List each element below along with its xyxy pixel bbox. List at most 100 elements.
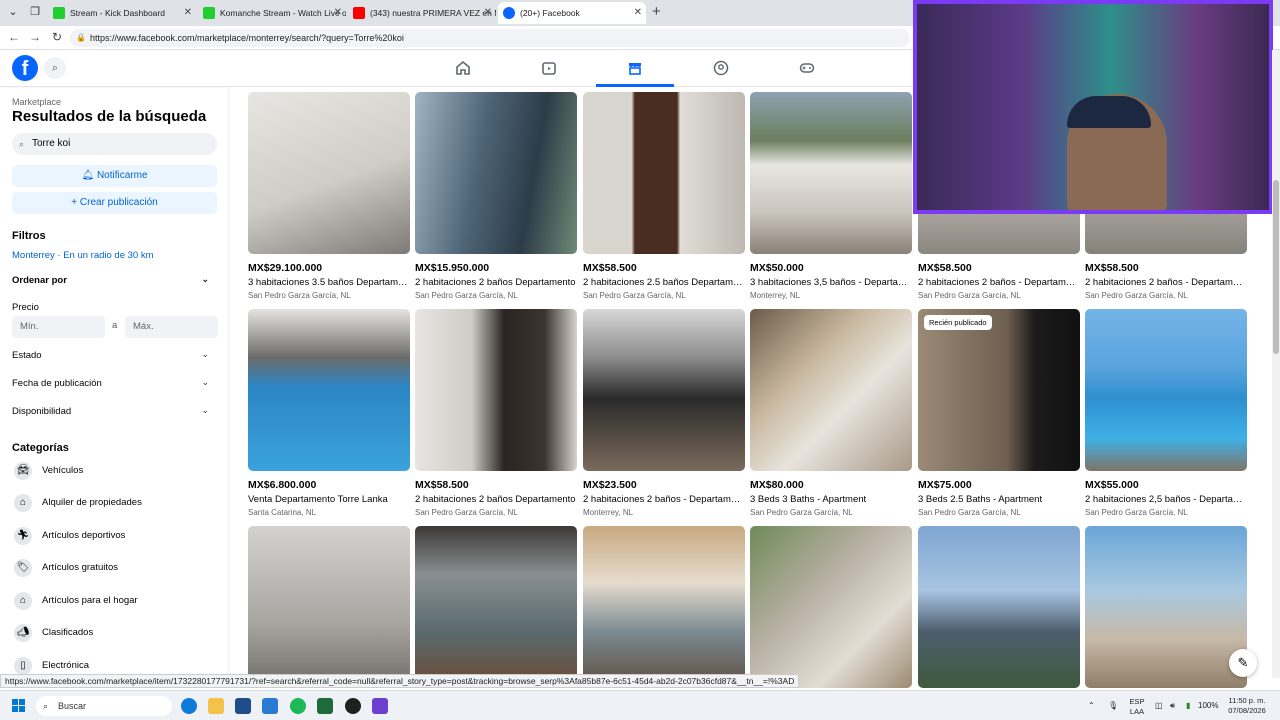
listing-card[interactable]: Recién publicado MX$75.000 3 Beds 2.5 Ba… (918, 309, 1080, 517)
listing-photo[interactable] (583, 526, 745, 688)
listing-card[interactable] (583, 526, 745, 688)
listing-photo[interactable] (750, 309, 912, 471)
listing-photo[interactable] (750, 92, 912, 254)
listing-photo[interactable] (1085, 309, 1247, 471)
browser-tab-kick-stream[interactable]: Komanche Stream - Watch Live on Kick ✕ (198, 2, 346, 24)
listing-card[interactable]: MX$80.000 3 Beds 3 Baths - Apartment San… (750, 309, 912, 517)
listing-location: San Pedro Garza García, NL (918, 508, 1021, 517)
webcam-overlay (913, 0, 1273, 214)
price-min-input[interactable]: Mín. (12, 316, 105, 338)
new-tab-icon[interactable]: + (652, 3, 661, 20)
close-tab-icon[interactable]: ✕ (484, 2, 492, 24)
edge-icon[interactable] (181, 698, 197, 714)
listing-photo[interactable] (583, 309, 745, 471)
app-icon[interactable] (372, 698, 388, 714)
create-label: Crear publicación (79, 197, 158, 208)
page-scrollbar[interactable] (1272, 50, 1280, 678)
megaphone-icon: 📣︎ (14, 624, 32, 642)
close-tab-icon[interactable]: ✕ (634, 2, 642, 24)
sort-dropdown[interactable]: Ordenar por ⌄ (12, 274, 212, 286)
spotify-icon[interactable] (290, 698, 306, 714)
listing-price: MX$80.000 (750, 479, 804, 491)
listing-card[interactable] (918, 526, 1080, 688)
listing-photo[interactable] (415, 526, 577, 688)
listing-title: 3 habitaciones 3,5 baños - Departamento (750, 277, 912, 288)
browser-tab-facebook[interactable]: (20+) Facebook ✕ (498, 2, 646, 24)
battery-icon[interactable]: ▮ (1186, 691, 1190, 720)
listing-card[interactable]: MX$23.500 2 habitaciones 2 baños - Depar… (583, 309, 745, 517)
nav-home[interactable] (424, 56, 502, 84)
tab-list-chevron-icon[interactable]: ⌄ (6, 5, 20, 19)
category-home[interactable]: ⌂ Artículos para el hogar (12, 589, 222, 613)
nav-marketplace[interactable] (596, 56, 674, 87)
listing-location: San Pedro Garza García, NL (415, 291, 518, 300)
listing-photo[interactable] (918, 526, 1080, 688)
store-icon[interactable] (235, 698, 251, 714)
workspaces-icon[interactable]: ❐ (28, 5, 42, 19)
category-rentals[interactable]: ⌂ Alquiler de propiedades (12, 491, 222, 515)
file-explorer-icon[interactable] (208, 698, 224, 714)
listing-photo[interactable] (583, 92, 745, 254)
listing-photo[interactable] (248, 92, 410, 254)
listing-photo[interactable] (1085, 526, 1247, 688)
date-dropdown[interactable]: Fecha de publicación ⌄ (12, 377, 212, 389)
state-dropdown[interactable]: Estado ⌄ (12, 349, 212, 361)
listing-card[interactable] (415, 526, 577, 688)
cap-icon (1067, 96, 1151, 128)
marketplace-search-input[interactable]: ⌕ Torre koi (12, 133, 217, 155)
nav-profile[interactable] (682, 56, 760, 84)
category-sports[interactable]: 🏃︎ Artículos deportivos (12, 524, 222, 548)
reload-icon[interactable]: ↻ (52, 30, 62, 44)
listing-card[interactable]: MX$55.000 2 habitaciones 2,5 baños - Dep… (1085, 309, 1247, 517)
windows-start-icon[interactable] (12, 699, 26, 713)
facebook-logo-icon[interactable]: f (12, 55, 38, 81)
listing-photo[interactable] (248, 309, 410, 471)
wifi-icon[interactable]: ◫ (1155, 691, 1163, 720)
browser-tab-youtube[interactable]: (343) nuestra PRIMERA VEZ en MÉXICO ✕ (348, 2, 496, 24)
scrollbar-thumb[interactable] (1273, 180, 1279, 354)
listing-card[interactable]: MX$15.950.000 2 habitaciones 2 baños Dep… (415, 92, 577, 300)
listing-card[interactable]: MX$58.500 2 habitaciones 2.5 baños Depar… (583, 92, 745, 300)
notify-button[interactable]: 🔔︎ Notificarme (12, 165, 217, 187)
listing-photo[interactable] (415, 92, 577, 254)
back-arrow-icon[interactable]: ← (8, 30, 20, 44)
listing-card[interactable] (248, 526, 410, 688)
listing-photo[interactable] (750, 526, 912, 688)
listing-photo[interactable] (248, 526, 410, 688)
listing-card[interactable]: MX$29.100.000 3 habitaciones 3.5 baños D… (248, 92, 410, 300)
close-tab-icon[interactable]: ✕ (184, 2, 192, 24)
forward-arrow-icon[interactable]: → (29, 30, 41, 44)
browser-tab-kick-dashboard[interactable]: Stream - Kick Dashboard ✕ (48, 2, 196, 24)
category-free[interactable]: 🏷︎ Artículos gratuitos (12, 556, 222, 580)
windows-taskbar: ⌕ Buscar ⌃ 🎙︎ ESP LAA ◫ 🔊︎ ▮ 100% 11:50 … (0, 690, 1280, 720)
category-classifieds[interactable]: 📣︎ Clasificados (12, 621, 222, 645)
clock[interactable]: 11:50 p. m. 07/08/2026 (1222, 696, 1272, 716)
outlook-icon[interactable] (262, 698, 278, 714)
listing-card[interactable] (1085, 526, 1247, 688)
category-vehicles[interactable]: 🚘︎ Vehículos (12, 459, 222, 483)
search-icon[interactable]: ⌕ (44, 57, 66, 79)
volume-icon[interactable]: 🔊︎ (1170, 691, 1175, 720)
close-tab-icon[interactable]: ✕ (334, 2, 342, 24)
listing-photo[interactable] (415, 309, 577, 471)
location-filter[interactable]: Monterrey · En un radio de 30 km (12, 250, 154, 261)
availability-dropdown[interactable]: Disponibilidad ⌄ (12, 405, 212, 417)
listing-card[interactable]: MX$58.500 2 habitaciones 2 baños Departa… (415, 309, 577, 517)
breadcrumb[interactable]: Marketplace (12, 97, 61, 107)
price-max-input[interactable]: Máx. (125, 316, 218, 338)
url-input[interactable]: 🔒 https://www.facebook.com/marketplace/m… (70, 29, 910, 47)
excel-icon[interactable] (317, 698, 333, 714)
microphone-icon[interactable]: 🎙︎ (1108, 691, 1118, 720)
compose-message-button[interactable]: ✎ (1229, 649, 1257, 677)
nav-gaming[interactable] (768, 56, 846, 84)
obs-icon[interactable] (345, 698, 361, 714)
listing-card[interactable] (750, 526, 912, 688)
listing-photo[interactable]: Recién publicado (918, 309, 1080, 471)
language-indicator[interactable]: ESP LAA (1128, 697, 1146, 717)
listing-card[interactable]: MX$50.000 3 habitaciones 3,5 baños - Dep… (750, 92, 912, 300)
listing-card[interactable]: MX$6.800.000 Venta Departamento Torre La… (248, 309, 410, 517)
taskbar-search-input[interactable]: ⌕ Buscar (36, 696, 172, 716)
nav-video[interactable] (510, 56, 588, 84)
show-hidden-icons-icon[interactable]: ⌃ (1088, 691, 1095, 720)
create-listing-button[interactable]: + Crear publicación (12, 192, 217, 214)
